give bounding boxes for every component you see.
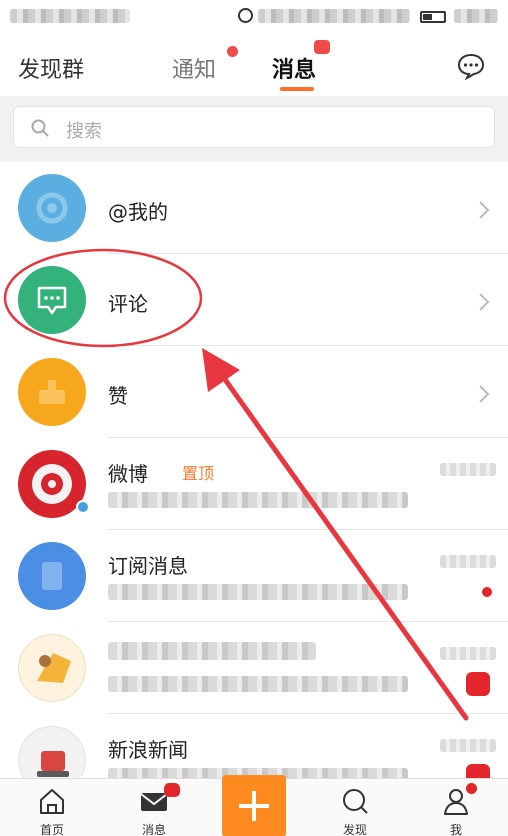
me-badge xyxy=(466,783,477,794)
messages-badge xyxy=(164,783,180,797)
thumb-up-icon xyxy=(18,358,86,426)
search-area: 搜索 xyxy=(0,96,508,162)
list-item-title: 评论 xyxy=(108,292,148,316)
list-item-likes[interactable]: 赞 xyxy=(0,346,508,438)
tab-notice[interactable]: 通知 xyxy=(172,52,216,84)
list-item-user[interactable] xyxy=(0,622,508,714)
unread-badge xyxy=(466,672,490,696)
list-item-title: 赞 xyxy=(108,384,128,408)
tabbar-messages[interactable]: 消息 xyxy=(124,779,184,836)
timestamp-blurred xyxy=(440,739,496,752)
tabbar-home[interactable]: 首页 xyxy=(22,779,82,836)
list-item-at-me[interactable]: @我的 xyxy=(0,162,508,254)
status-bar xyxy=(0,0,508,34)
list-item-comments[interactable]: 评论 xyxy=(0,254,508,346)
list-item-title: 微博 xyxy=(108,462,148,486)
search-placeholder: 搜索 xyxy=(66,121,102,142)
unread-dot xyxy=(482,587,492,597)
message-preview-blurred xyxy=(108,676,408,692)
sender-name-blurred xyxy=(108,642,316,660)
tabbar-label: 首页 xyxy=(39,823,64,836)
list-item-title: @我的 xyxy=(108,200,168,224)
subscribe-avatar xyxy=(18,542,86,610)
bottom-tab-bar: 首页 消息 发现 我 xyxy=(0,775,508,836)
tabbar-me[interactable]: 我 xyxy=(426,779,486,836)
chevron-right-icon xyxy=(479,385,490,403)
timestamp-blurred xyxy=(440,555,496,568)
search-icon xyxy=(343,789,368,814)
chat-bubble-icon[interactable] xyxy=(456,52,486,81)
tab-discover-group[interactable]: 发现群 xyxy=(18,52,84,84)
battery-icon xyxy=(420,11,446,23)
tabbar-label: 发现 xyxy=(342,823,367,836)
tabbar-label: 消息 xyxy=(141,823,166,836)
list-item-title: 新浪新闻 xyxy=(108,738,188,762)
tab-message[interactable]: 消息 xyxy=(272,52,316,84)
timestamp-blurred xyxy=(440,647,496,660)
comment-bubble-icon xyxy=(18,266,86,334)
chevron-right-icon xyxy=(479,201,490,219)
list-item-weibo[interactable]: 微博 置顶 xyxy=(0,438,508,530)
home-icon xyxy=(40,789,64,814)
alarm-icon xyxy=(238,8,253,23)
notice-badge xyxy=(227,46,238,57)
status-signal-blurred xyxy=(258,9,410,23)
active-tab-underline xyxy=(280,87,314,91)
top-tab-header: 发现群 通知 消息 xyxy=(0,34,508,96)
at-icon xyxy=(18,174,86,242)
list-item-subscriptions[interactable]: 订阅消息 xyxy=(0,530,508,622)
verified-badge xyxy=(76,500,90,514)
message-badge xyxy=(314,40,330,54)
chevron-right-icon xyxy=(479,293,490,311)
message-preview-blurred xyxy=(108,584,408,600)
status-left-blurred xyxy=(10,9,130,23)
tabbar-label: 我 xyxy=(449,823,462,836)
message-preview-blurred xyxy=(108,492,408,508)
list-item-title: 订阅消息 xyxy=(108,554,188,578)
messages-page: 发现群 通知 消息 搜索 @我的 评论 赞 微博 置顶 订阅消息 新浪新闻 首页… xyxy=(0,0,508,836)
status-time-blurred xyxy=(454,9,498,23)
search-input[interactable]: 搜索 xyxy=(13,106,495,148)
user-avatar xyxy=(18,634,86,702)
search-icon xyxy=(31,119,49,137)
plus-icon[interactable] xyxy=(222,775,286,836)
pinned-tag: 置顶 xyxy=(182,464,215,483)
timestamp-blurred xyxy=(440,463,496,476)
tabbar-discover[interactable]: 发现 xyxy=(325,779,385,836)
